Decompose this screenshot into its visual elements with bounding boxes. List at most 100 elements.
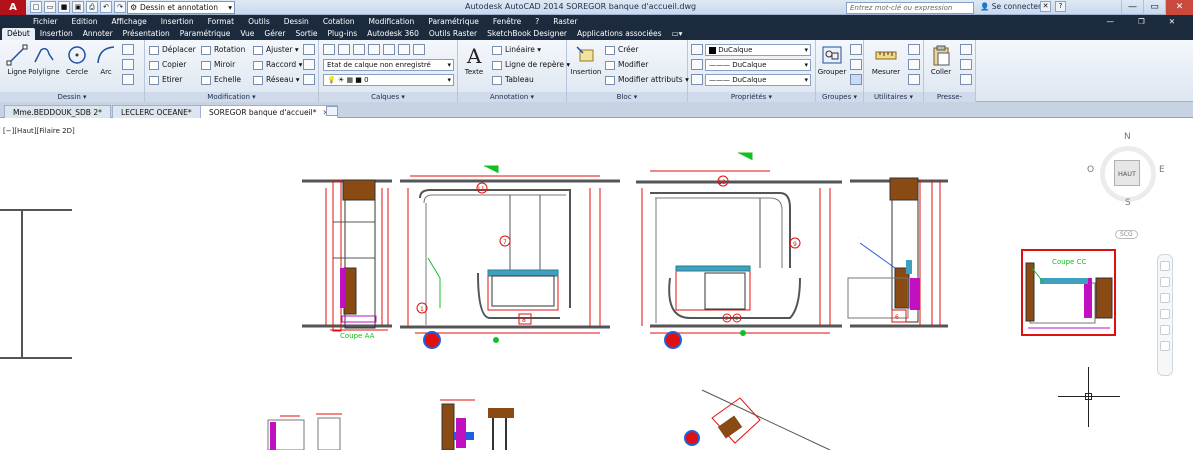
compass-north[interactable]: N [1124, 132, 1131, 142]
panel-groupes-title[interactable]: Groupes ▾ [816, 92, 863, 102]
lineweight-icon[interactable] [691, 59, 703, 70]
redo-icon[interactable]: ↷ [114, 1, 126, 13]
creer-button[interactable]: Créer [605, 44, 638, 55]
insertion-button[interactable]: Insertion [567, 44, 605, 76]
tab-insertion[interactable]: Insertion [35, 28, 78, 40]
layer-freeze-icon[interactable] [383, 44, 395, 55]
compass-west[interactable]: O [1087, 165, 1094, 175]
menu-outils[interactable]: Outils [248, 15, 270, 28]
modifier-button[interactable]: Modifier [605, 59, 648, 70]
match-properties-icon[interactable] [691, 44, 703, 55]
menu-affichage[interactable]: Affichage [111, 15, 146, 28]
minimize-button[interactable]: — [1121, 0, 1143, 15]
layer-properties-icon[interactable] [323, 44, 335, 55]
cut-icon[interactable] [960, 44, 972, 55]
quick-calc-icon[interactable] [908, 44, 920, 55]
tab-presentation[interactable]: Présentation [118, 28, 175, 40]
panel-dessin-title[interactable]: Dessin ▾ [0, 92, 144, 102]
save-icon[interactable]: ■ [58, 1, 70, 13]
tab-plug-ins[interactable]: Plug-ins [323, 28, 363, 40]
modifier-attributs-button[interactable]: Modifier attributs ▾ [605, 74, 689, 85]
etirer-button[interactable]: Etirer [149, 74, 182, 85]
tab-annoter[interactable]: Annoter [78, 28, 118, 40]
tab-debut[interactable]: Début [2, 28, 35, 40]
print-icon[interactable]: ⎙ [86, 1, 98, 13]
group-edit-icon[interactable] [850, 59, 862, 70]
new-file-icon[interactable]: □ [30, 1, 42, 13]
erase-icon[interactable] [303, 44, 315, 55]
color-select[interactable]: DuCalque ▾ [705, 44, 811, 56]
tab-gerer[interactable]: Gérer [259, 28, 290, 40]
linetype-select[interactable]: ——— DuCalque ▾ [705, 59, 811, 71]
undo-icon[interactable]: ↶ [100, 1, 112, 13]
cad-drawing[interactable]: Coupe AA 11 7 1 8 10 9 2 3 . 6 Coupe CC [0, 118, 1193, 450]
menu-modification[interactable]: Modification [369, 15, 415, 28]
menu-cotation[interactable]: Cotation [323, 15, 355, 28]
menu-edition[interactable]: Edition [72, 15, 98, 28]
viewcube[interactable]: N S E O HAUT [1087, 132, 1168, 218]
rotation-button[interactable]: Rotation [201, 44, 245, 55]
list-icon[interactable] [691, 74, 703, 85]
layer-off-icon[interactable] [353, 44, 365, 55]
search-input[interactable]: Entrez mot-clé ou expression [846, 2, 974, 14]
panel-modification-title[interactable]: Modification ▾ [145, 92, 318, 102]
id-point-icon[interactable] [908, 59, 920, 70]
layer-state-select[interactable]: Etat de calque non enregistré ▾ [323, 59, 454, 71]
navbar-settings-icon[interactable] [1160, 341, 1170, 351]
steering-wheel-icon[interactable] [1160, 261, 1170, 271]
maximize-button[interactable]: ▭ [1143, 0, 1165, 15]
doc-tab-soregor[interactable]: SOREGOR banque d'accueil*✕ [200, 105, 338, 118]
exchange-icon[interactable]: ✕ [1040, 1, 1051, 12]
doc-close-button[interactable]: ✕ [1169, 15, 1175, 28]
tab-parametrique[interactable]: Paramétrique [175, 28, 236, 40]
arc-button[interactable]: Arc [89, 44, 123, 76]
menu-format[interactable]: Format [208, 15, 234, 28]
compass-east[interactable]: E [1159, 165, 1165, 175]
doc-restore-button[interactable]: ❐ [1138, 15, 1145, 28]
panel-proprietes-title[interactable]: Propriétés ▾ [688, 92, 815, 102]
tab-autodesk-360[interactable]: Autodesk 360 [362, 28, 424, 40]
application-menu-button[interactable]: A [0, 0, 26, 15]
explode-icon[interactable] [303, 59, 315, 70]
doc-tab-beddouk[interactable]: Mme.BEDDOUK_SDB 2* [4, 105, 111, 118]
copier-button[interactable]: Copier [149, 59, 186, 70]
orbit-icon[interactable] [1160, 309, 1170, 319]
copy-base-icon[interactable] [960, 74, 972, 85]
layer-lock-icon[interactable] [398, 44, 410, 55]
tab-applications-associees[interactable]: Applications associées [572, 28, 667, 40]
pan-icon[interactable] [1160, 277, 1170, 287]
mesurer-button[interactable]: Mesurer [868, 44, 904, 76]
menu-fichier[interactable]: Fichier [33, 15, 58, 28]
rectangle-icon[interactable] [122, 44, 134, 55]
copy-clip-icon[interactable] [960, 59, 972, 70]
ucs-menu[interactable]: SCG [1115, 230, 1138, 239]
raccord-button[interactable]: Raccord ▾ [253, 59, 302, 70]
coller-button[interactable]: Coller [924, 44, 958, 76]
polyligne-button[interactable]: Polyligne [27, 44, 61, 76]
ligne-repere-button[interactable]: Ligne de repère ▾ [492, 59, 570, 70]
tab-vue[interactable]: Vue [235, 28, 259, 40]
layer-isolate-icon[interactable] [368, 44, 380, 55]
panel-calques-title[interactable]: Calques ▾ [319, 92, 457, 102]
panel-bloc-title[interactable]: Bloc ▾ [567, 92, 687, 102]
sign-in-link[interactable]: 👤 Se connecter ▾ [980, 2, 1047, 11]
ajuster-button[interactable]: Ajuster ▾ [253, 44, 299, 55]
panel-utilitaires-title[interactable]: Utilitaires ▾ [864, 92, 923, 102]
offset-icon[interactable] [303, 74, 315, 85]
menu-parametrique[interactable]: Paramétrique [428, 15, 479, 28]
menu-dessin[interactable]: Dessin [284, 15, 309, 28]
deplacer-button[interactable]: Déplacer [149, 44, 196, 55]
zoom-icon[interactable] [1160, 293, 1170, 303]
panel-annotation-title[interactable]: Annotation ▾ [458, 92, 566, 102]
workspace-select[interactable]: ⚙ Dessin et annotation ▾ [127, 1, 235, 14]
grouper-button[interactable]: Grouper [816, 44, 848, 76]
layer-match-icon[interactable] [413, 44, 425, 55]
ribbon-minimize-icon[interactable]: ▭▾ [667, 28, 688, 40]
ungroup-icon[interactable] [850, 44, 862, 55]
spline-icon[interactable] [122, 74, 134, 85]
viewcube-top-face[interactable]: HAUT [1114, 160, 1140, 186]
texte-button[interactable]: A Texte [458, 44, 490, 76]
compass-south[interactable]: S [1125, 198, 1131, 208]
reseau-button[interactable]: Réseau ▾ [253, 74, 300, 85]
new-tab-button[interactable] [326, 106, 338, 116]
